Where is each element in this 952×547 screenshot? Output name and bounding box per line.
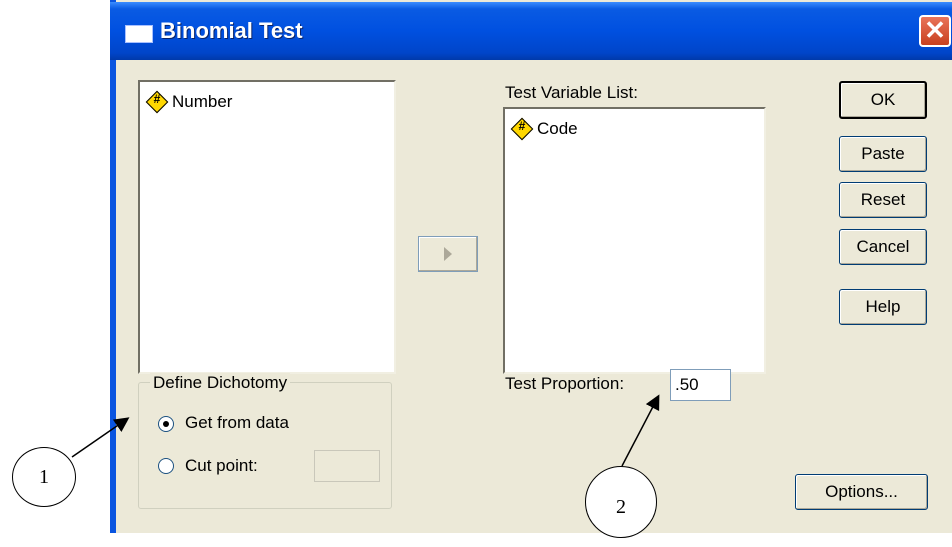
- callout-2: 2: [585, 466, 657, 538]
- callout-arrow-2: [621, 394, 660, 467]
- callout-1: 1: [12, 447, 76, 507]
- callout-arrows: [71, 394, 660, 467]
- callout-arrow-1: [71, 417, 130, 458]
